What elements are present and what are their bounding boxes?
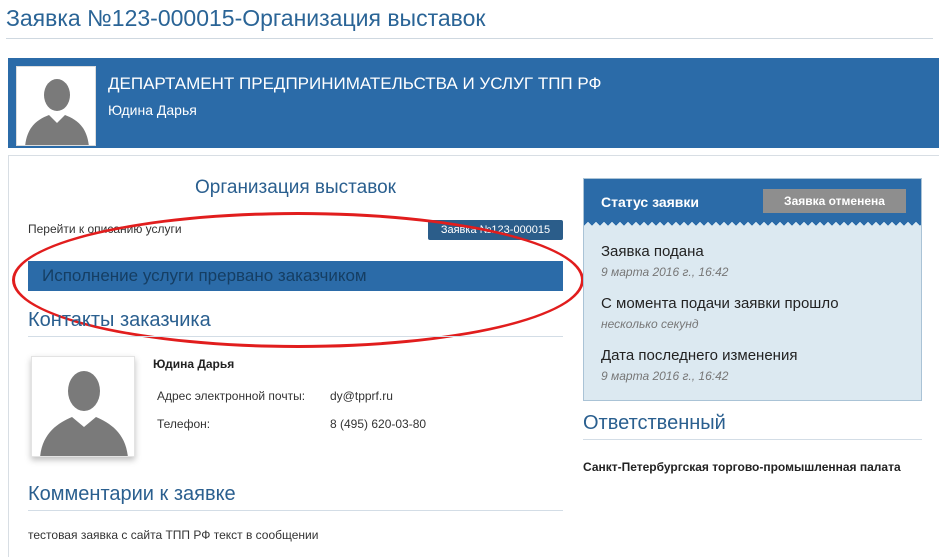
customer-name: Юдина Дарья	[153, 357, 235, 371]
contacts-heading: Контакты заказчика	[28, 309, 211, 331]
phone-label: Телефон:	[157, 417, 211, 431]
department-user[interactable]: Юдина Дарья	[108, 102, 197, 118]
last-modified-label: Дата последнего изменения	[601, 347, 798, 364]
service-description-link[interactable]: Перейти к описанию услуги	[28, 222, 182, 236]
email-label: Адрес электронной почты:	[157, 389, 306, 403]
department-header: ДЕПАРТАМЕНТ ПРЕДПРИНИМАТЕЛЬСТВА И УСЛУГ …	[8, 58, 939, 148]
contacts-divider	[28, 336, 563, 337]
cancelled-status-button[interactable]: Заявка отменена	[763, 189, 906, 213]
elapsed-label: С момента подачи заявки прошло	[601, 295, 839, 312]
phone-value: 8 (495) 620-03-80	[330, 417, 427, 431]
order-number-badge[interactable]: Заявка №123-000015	[428, 220, 563, 240]
submitted-value: 9 марта 2016 г., 16:42	[601, 265, 729, 279]
status-banner: Исполнение услуги прервано заказчиком	[28, 261, 563, 291]
customer-avatar-icon	[31, 356, 135, 457]
service-title: Организация выставок	[195, 177, 396, 198]
email-value[interactable]: dy@tpprf.ru	[330, 389, 393, 403]
page-title: Заявка №123-000015-Организация выставок	[6, 5, 486, 31]
comments-divider	[28, 510, 563, 511]
comment-text: тестовая заявка с сайта ТПП РФ текст в с…	[28, 528, 319, 542]
elapsed-value: несколько секунд	[601, 317, 699, 331]
title-divider	[6, 38, 933, 39]
submitted-label: Заявка подана	[601, 243, 704, 260]
responsible-organization: Санкт-Петербургская торгово-промышленная…	[583, 460, 901, 474]
last-modified-value: 9 марта 2016 г., 16:42	[601, 369, 729, 383]
comments-heading: Комментарии к заявке	[28, 483, 236, 505]
status-header-edge	[584, 221, 921, 227]
responsible-heading: Ответственный	[583, 412, 726, 434]
avatar-icon	[16, 66, 96, 146]
status-panel-title: Статус заявки	[601, 194, 700, 210]
department-name[interactable]: ДЕПАРТАМЕНТ ПРЕДПРИНИМАТЕЛЬСТВА И УСЛУГ …	[108, 74, 601, 94]
status-panel: Статус заявки Заявка отменена Заявка под…	[583, 178, 922, 401]
responsible-divider	[583, 439, 922, 440]
status-panel-header: Статус заявки Заявка отменена	[584, 179, 921, 221]
